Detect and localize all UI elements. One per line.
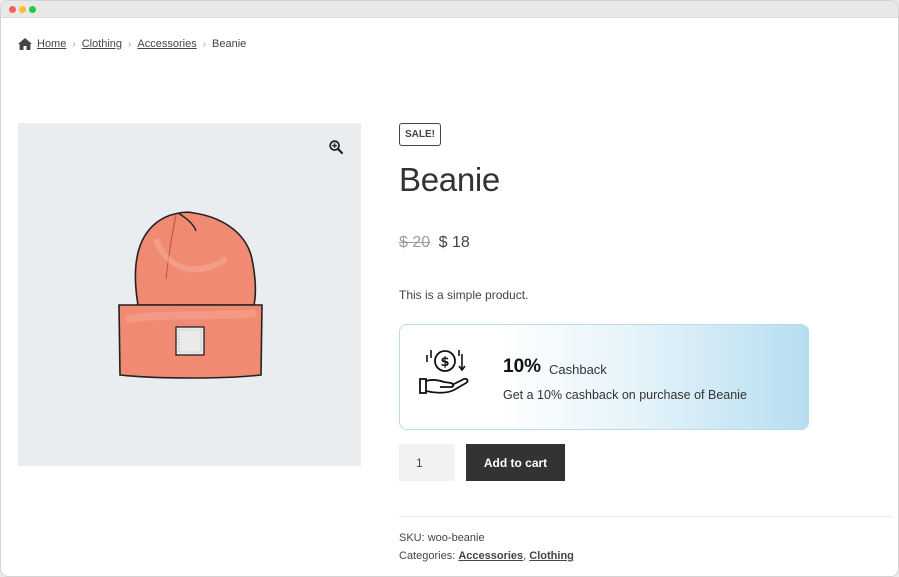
breadcrumb-clothing-link[interactable]: Clothing: [82, 38, 122, 50]
svg-text:$: $: [440, 355, 449, 370]
maximize-window-button[interactable]: [29, 6, 36, 13]
close-window-button[interactable]: [9, 6, 16, 13]
sale-badge: SALE!: [399, 123, 441, 146]
cashback-percent: 10%: [503, 356, 542, 377]
breadcrumb-accessories-link[interactable]: Accessories: [137, 38, 196, 50]
breadcrumb-separator-icon: ›: [128, 38, 132, 50]
add-to-cart-button[interactable]: Add to cart: [466, 444, 565, 481]
zoom-in-icon[interactable]: [329, 140, 343, 154]
meta-divider: [399, 516, 893, 517]
browser-window: Home › Clothing › Accessories › Beanie S…: [0, 0, 899, 577]
breadcrumb-current: Beanie: [212, 38, 247, 50]
home-icon: [18, 38, 32, 50]
sale-price: $ 18: [438, 234, 470, 251]
breadcrumb: Home › Clothing › Accessories › Beanie: [18, 38, 246, 50]
breadcrumb-home-link[interactable]: Home: [37, 38, 66, 50]
cashback-banner: $ 10% Cashback Get a 10% cashback on pur…: [399, 324, 809, 430]
minimize-window-button[interactable]: [19, 6, 26, 13]
category-separator: ,: [523, 550, 527, 562]
product-title: Beanie: [399, 161, 500, 198]
product-short-description: This is a simple product.: [399, 288, 529, 302]
product-categories: Categories: Accessories, Clothing: [399, 550, 574, 562]
product-price: $ 20 $ 18: [399, 234, 470, 252]
product-gallery[interactable]: [18, 123, 361, 466]
category-link-accessories[interactable]: Accessories: [458, 550, 523, 562]
categories-label: Categories:: [399, 550, 456, 562]
breadcrumb-separator-icon: ›: [72, 38, 76, 50]
cashback-description: Get a 10% cashback on purchase of Beanie: [503, 388, 747, 402]
title-bar: [1, 1, 898, 18]
regular-price: $ 20: [399, 234, 431, 251]
quantity-input[interactable]: [399, 444, 455, 481]
cashback-label: Cashback: [549, 362, 607, 377]
hand-coin-icon: $: [419, 350, 469, 394]
breadcrumb-separator-icon: ›: [202, 38, 207, 50]
product-sku: SKU: woo-beanie: [399, 532, 485, 544]
category-link-clothing[interactable]: Clothing: [529, 550, 574, 562]
beanie-image: [118, 211, 263, 379]
